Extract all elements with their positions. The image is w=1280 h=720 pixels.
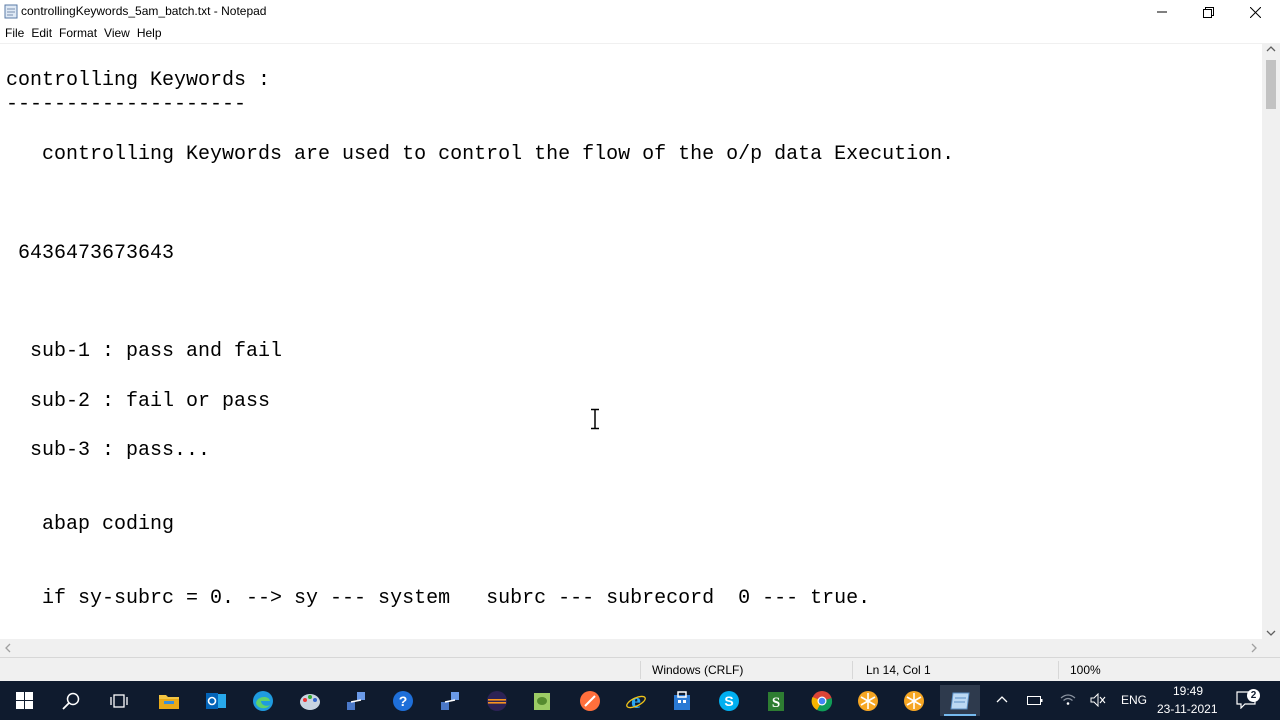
search-button[interactable]: [51, 685, 91, 716]
outlook-icon: [206, 692, 226, 709]
wifi-icon[interactable]: [1060, 692, 1076, 706]
ie-icon: e: [626, 690, 646, 712]
close-button[interactable]: [1232, 0, 1278, 24]
paint-app-icon: [300, 693, 320, 710]
windows-start-button[interactable]: [4, 685, 44, 716]
editor-line: if sy-subrc = 0. --> sy --- system subrc…: [6, 587, 871, 610]
search-icon: [62, 692, 80, 710]
editor-line: sub-3 : pass...: [6, 439, 211, 462]
snowflake-app-icon: [858, 690, 878, 711]
editor-line: sub-1 : pass and fail: [6, 340, 283, 363]
scripting-icon: S: [768, 691, 784, 711]
snowflake-app-button[interactable]: [848, 685, 888, 716]
skype-button[interactable]: S: [709, 685, 749, 716]
horizontal-scrollbar[interactable]: [0, 639, 1262, 657]
network-tool-button[interactable]: [336, 685, 376, 716]
cursor-position-status: Ln 14, Col 1: [866, 663, 931, 677]
clock-time[interactable]: 19:49: [1173, 684, 1203, 698]
network-tool-icon: [347, 691, 365, 710]
file-explorer-icon: [159, 694, 179, 709]
close-icon: [1249, 6, 1261, 18]
menu-bar: File Edit Format View Help: [0, 24, 1280, 43]
outlook-button[interactable]: [196, 685, 236, 716]
title-bar: controllingKeywords_5am_batch.txt - Note…: [0, 0, 1280, 24]
edge-button[interactable]: [243, 685, 283, 716]
notepad-app-icon: [4, 4, 18, 19]
language-indicator[interactable]: ENG: [1121, 693, 1147, 707]
menu-help[interactable]: Help: [137, 24, 162, 43]
text-cursor-icon: [591, 408, 599, 430]
task-view-button[interactable]: [99, 685, 139, 716]
restore-icon: [1202, 6, 1214, 18]
show-hidden-icons-icon[interactable]: [996, 695, 1008, 703]
line-ending-status: Windows (CRLF): [652, 663, 744, 677]
skype-icon: S: [719, 690, 739, 711]
menu-edit[interactable]: Edit: [31, 24, 52, 43]
editor-line: --------------------: [6, 93, 247, 116]
file-explorer-button[interactable]: [149, 685, 189, 716]
menu-file[interactable]: File: [5, 24, 24, 43]
svg-text:?: ?: [399, 693, 408, 709]
notepad-taskbar-button[interactable]: [940, 685, 980, 716]
svg-text:e: e: [631, 690, 641, 712]
clock-date[interactable]: 23-11-2021: [1157, 702, 1218, 716]
network-tool-2-button[interactable]: [430, 685, 470, 716]
notification-count-badge: 2: [1247, 689, 1260, 702]
restore-button[interactable]: [1185, 0, 1231, 24]
status-bar: Windows (CRLF) Ln 14, Col 1 100%: [0, 657, 1280, 681]
scripting-button[interactable]: S: [756, 685, 796, 716]
vertical-scroll-thumb[interactable]: [1266, 60, 1276, 109]
snowflake-app-2-button[interactable]: [894, 685, 934, 716]
eclipse-button[interactable]: [477, 685, 517, 716]
editor-line: controlling Keywords :: [6, 69, 271, 92]
sublime-button[interactable]: [570, 685, 610, 716]
minimize-button[interactable]: [1139, 0, 1185, 24]
battery-icon[interactable]: [1027, 694, 1043, 706]
task-view-icon: [110, 693, 128, 708]
status-divider: [852, 661, 853, 679]
paint-app-button[interactable]: [290, 685, 330, 716]
edge-icon: [253, 690, 273, 711]
window-title: controllingKeywords_5am_batch.txt - Note…: [21, 4, 267, 18]
taskbar: ? e S S ENG 19:49 23-11-2021 2: [0, 681, 1280, 720]
notepad-plus-icon: [534, 692, 550, 710]
store-app-icon: [674, 690, 690, 710]
help-icon: ?: [393, 690, 413, 711]
notification-center-button[interactable]: 2: [1236, 689, 1260, 711]
store-app-button[interactable]: [662, 685, 702, 716]
chrome-button[interactable]: [802, 685, 842, 716]
editor-line: abap coding: [6, 513, 175, 536]
menu-format[interactable]: Format: [59, 24, 97, 43]
minimize-icon: [1157, 11, 1167, 13]
editor-line: sub-2 : fail or pass: [6, 390, 271, 413]
eclipse-icon: [487, 690, 507, 711]
menu-view[interactable]: View: [104, 24, 130, 43]
scroll-left-icon[interactable]: [4, 643, 12, 653]
svg-text:S: S: [724, 693, 733, 709]
editor-line: controlling Keywords are used to control…: [6, 143, 955, 166]
status-divider: [640, 661, 641, 679]
snowflake-app-2-icon: [904, 690, 924, 711]
sublime-icon: [580, 690, 600, 711]
notepad-icon: [950, 692, 970, 709]
help-button[interactable]: ?: [383, 685, 423, 716]
notepad-plus-button[interactable]: [522, 685, 562, 716]
ie-button[interactable]: e: [616, 685, 656, 716]
scroll-right-icon[interactable]: [1250, 643, 1258, 653]
editor-line: 6436473673643: [6, 242, 175, 265]
windows-start-icon: [15, 692, 33, 709]
status-divider: [1058, 661, 1059, 679]
chrome-icon: [811, 690, 833, 711]
zoom-status: 100%: [1070, 663, 1101, 677]
scroll-up-icon[interactable]: [1266, 45, 1276, 53]
scrollbar-corner: [1262, 639, 1280, 657]
text-editor[interactable]: controlling Keywords : -----------------…: [0, 43, 1262, 639]
vertical-scrollbar[interactable]: [1262, 43, 1280, 639]
scroll-down-icon[interactable]: [1266, 629, 1276, 637]
network-tool-2-icon: [441, 691, 459, 710]
svg-text:S: S: [772, 695, 780, 711]
volume-muted-icon[interactable]: [1090, 693, 1106, 707]
